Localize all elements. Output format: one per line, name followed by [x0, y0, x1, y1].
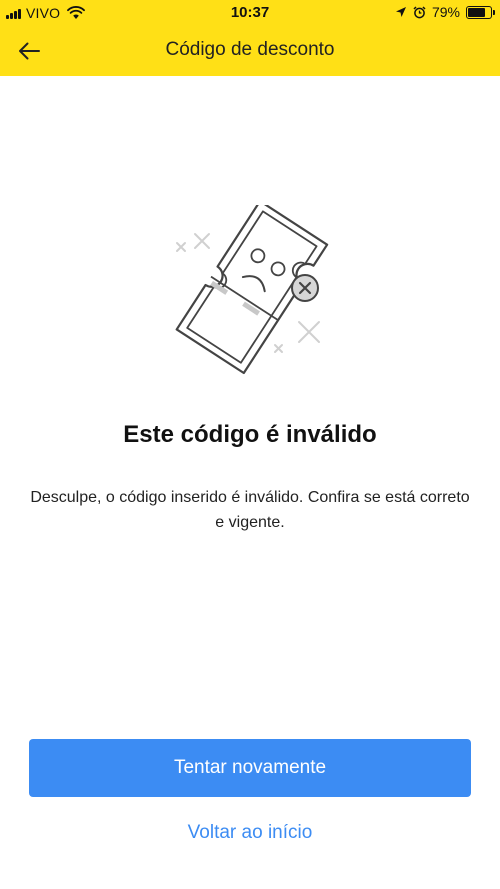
back-to-home-link[interactable]: Voltar ao início — [0, 822, 500, 844]
x-badge-icon — [291, 274, 319, 302]
status-bar: VIVO 10:37 79% — [0, 0, 500, 26]
page-title: Código de desconto — [165, 39, 335, 60]
battery-icon — [466, 5, 495, 19]
page: VIVO 10:37 79% Código de desconto Este c… — [0, 0, 500, 889]
battery-percentage: 79% — [431, 4, 460, 20]
header: VIVO 10:37 79% Código de desconto — [0, 0, 500, 76]
nav-bar: Código de desconto — [0, 26, 500, 76]
status-right: 79% — [395, 4, 495, 20]
retry-button[interactable]: Tentar novamente — [29, 739, 471, 797]
alarm-clock-icon — [413, 5, 426, 18]
battery-fill — [468, 7, 486, 17]
error-headline: Este código é inválido — [123, 421, 377, 448]
location-arrow-icon — [395, 7, 406, 17]
invalid-ticket-sad-face-icon — [175, 205, 329, 375]
error-message: Desculpe, o código inserido é inválido. … — [30, 489, 470, 531]
